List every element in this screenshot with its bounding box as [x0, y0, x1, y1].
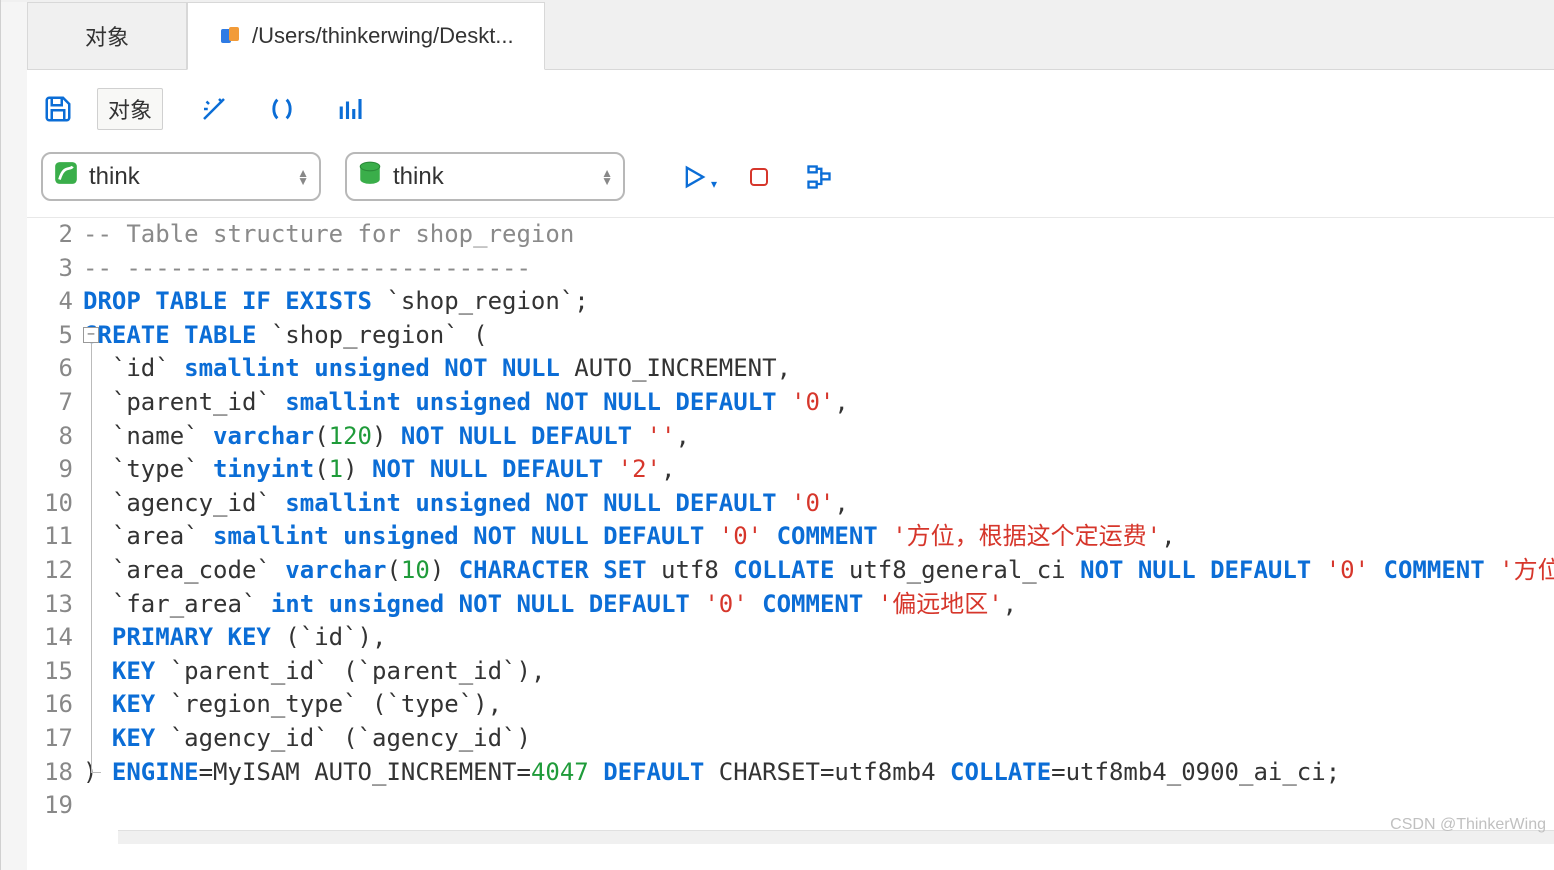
- file-icon: [218, 24, 242, 48]
- parentheses-icon[interactable]: [265, 92, 299, 126]
- code-editor[interactable]: 2345678910111213141516171819 − -- Table …: [27, 218, 1554, 870]
- explain-icon[interactable]: [801, 159, 837, 195]
- tab-objects[interactable]: 对象: [27, 2, 187, 69]
- connection-icon: [53, 160, 79, 193]
- code-content[interactable]: -- Table structure for shop_region-- ---…: [81, 218, 1554, 870]
- save-icon[interactable]: [41, 92, 75, 126]
- tab-label: /Users/thinkerwing/Deskt...: [252, 23, 514, 49]
- h-scrollbar[interactable]: [118, 830, 1554, 844]
- tab-label: 对象: [85, 20, 129, 52]
- selector-row: think ▲▼ think ▲▼ ▾: [27, 140, 1554, 218]
- line-gutter: 2345678910111213141516171819: [27, 218, 81, 870]
- database-select[interactable]: think ▲▼: [345, 152, 625, 201]
- connection-select[interactable]: think ▲▼: [41, 152, 321, 201]
- run-button[interactable]: ▾: [681, 159, 717, 195]
- chart-icon[interactable]: [333, 92, 367, 126]
- tab-file[interactable]: /Users/thinkerwing/Deskt...: [187, 2, 545, 70]
- database-icon: [357, 160, 383, 193]
- chevron-updown-icon: ▲▼: [297, 169, 309, 185]
- watermark: CSDN @ThinkerWing: [1390, 816, 1546, 834]
- stop-button[interactable]: [741, 159, 777, 195]
- toolbar: 对象: [27, 70, 1554, 140]
- chevron-updown-icon: ▲▼: [601, 169, 613, 185]
- database-label: think: [393, 163, 444, 191]
- tooltip: 对象: [97, 88, 163, 130]
- tab-bar: 对象 /Users/thinkerwing/Deskt...: [27, 2, 1554, 70]
- connection-label: think: [89, 163, 140, 191]
- wand-icon[interactable]: [197, 92, 231, 126]
